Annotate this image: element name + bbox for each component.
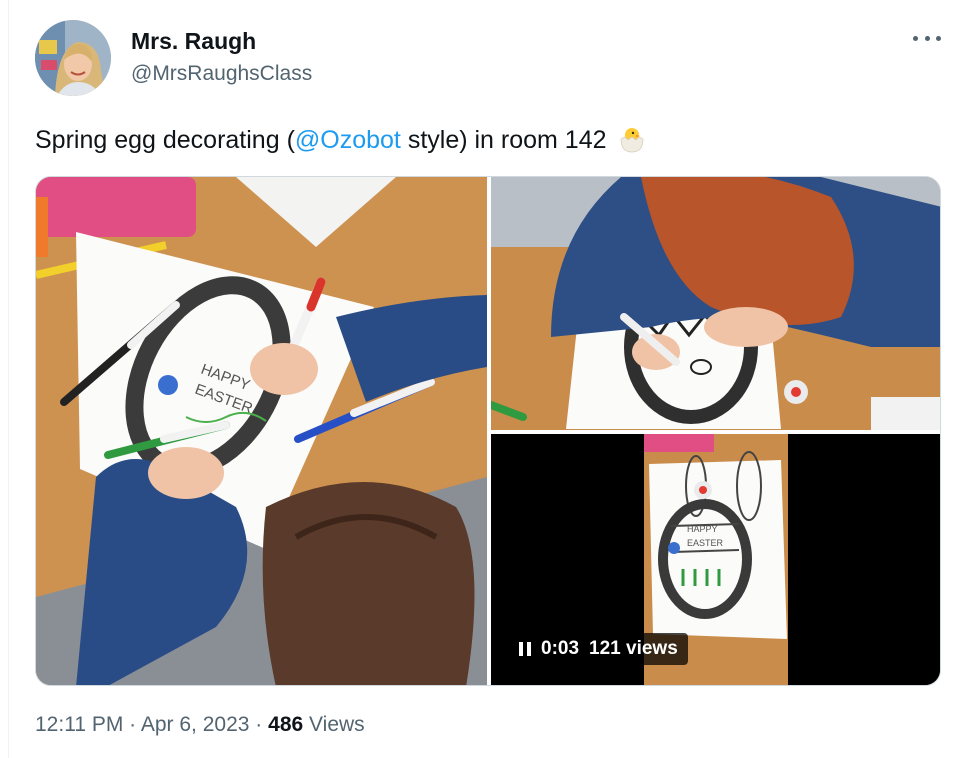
tweet-date[interactable]: Apr 6, 2023 xyxy=(141,713,250,736)
video-time: 0:03 xyxy=(541,638,580,659)
svg-text:HAPPY: HAPPY xyxy=(687,524,718,534)
svg-text:EASTER: EASTER xyxy=(687,538,724,548)
media-grid: HAPPY EASTER HAPPY EASTER 0:03 121 views xyxy=(35,176,941,686)
meta-separator: · xyxy=(129,713,137,736)
video-views: 121 views xyxy=(589,638,678,659)
pause-icon[interactable] xyxy=(519,642,531,656)
tweet-text-before: Spring egg decorating ( xyxy=(35,126,295,154)
views-count: 486 xyxy=(268,713,304,736)
meta-separator: · xyxy=(255,713,263,736)
photo-1[interactable]: HAPPY EASTER xyxy=(36,177,487,685)
more-options-icon[interactable] xyxy=(913,28,941,48)
hatching-chick-icon xyxy=(617,124,647,154)
tweet-text: Spring egg decorating (@Ozobot style) in… xyxy=(35,124,647,155)
author-handle[interactable]: @MrsRaughsClass xyxy=(131,62,312,86)
mention-link[interactable]: @Ozobot xyxy=(295,126,401,154)
photo-2[interactable] xyxy=(491,177,940,430)
timeline-border xyxy=(8,0,9,758)
video-player[interactable]: HAPPY EASTER 0:03 121 views xyxy=(491,434,940,685)
video-controls: 0:03 121 views xyxy=(509,633,688,665)
author-name[interactable]: Mrs. Raugh xyxy=(131,28,256,55)
avatar[interactable] xyxy=(35,20,111,96)
tweet-time[interactable]: 12:11 PM xyxy=(35,713,123,736)
tweet-meta: 12:11 PM · Apr 6, 2023 · 486 Views xyxy=(35,713,365,737)
views-label: Views xyxy=(309,713,365,736)
tweet-header: Mrs. Raugh @MrsRaughsClass xyxy=(35,20,945,100)
tweet-text-after: style) in room 142 xyxy=(400,126,607,154)
